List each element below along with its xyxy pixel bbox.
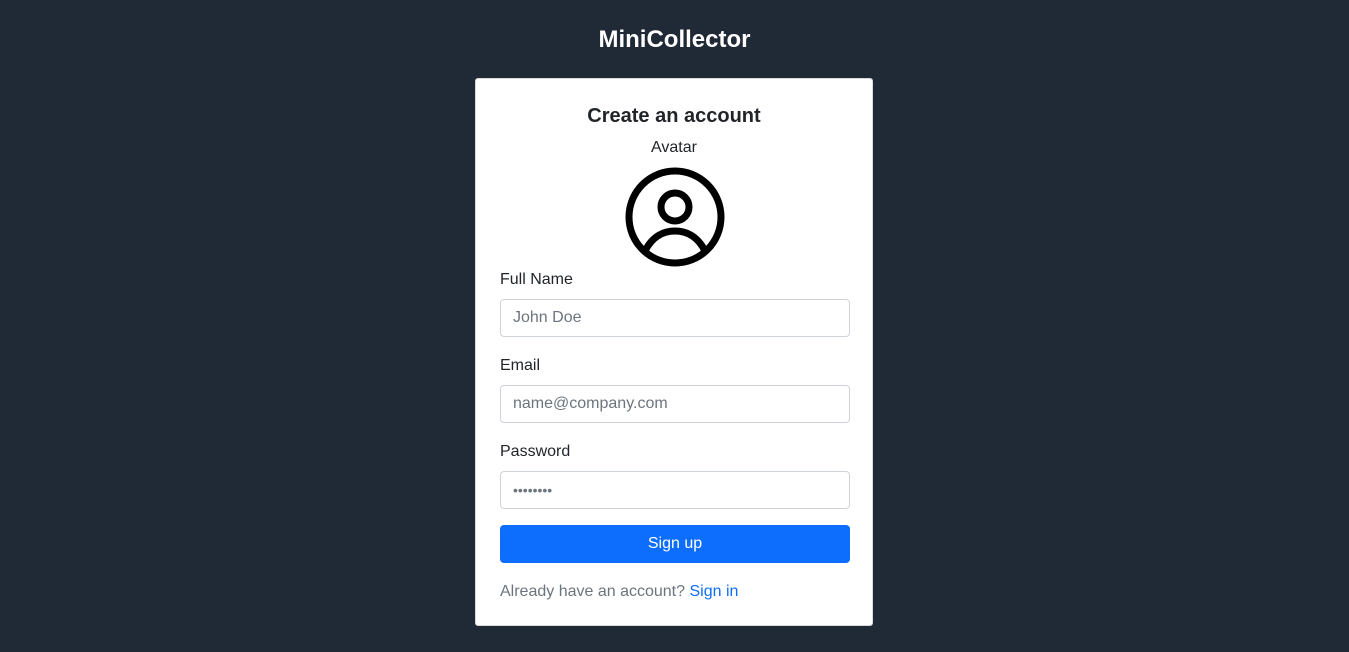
app-title: MiniCollector — [598, 26, 751, 53]
full-name-label: Full Name — [500, 271, 573, 288]
sign-in-link[interactable]: Sign in — [689, 583, 738, 600]
email-label: Email — [500, 357, 541, 374]
avatar-label: Avatar — [651, 139, 697, 156]
form-heading: Create an account — [587, 105, 761, 127]
password-label: Password — [500, 443, 571, 460]
full-name-input[interactable] — [500, 299, 850, 337]
email-input[interactable] — [500, 385, 850, 423]
signup-card: Create an account Avatar Full Name Email… — [475, 78, 873, 626]
signin-prompt-text: Already have an account? — [500, 583, 686, 600]
sign-up-button[interactable]: Sign up — [500, 525, 850, 563]
signin-prompt: Already have an account? Sign in — [500, 582, 738, 602]
avatar-picker[interactable] — [625, 167, 725, 267]
password-input[interactable] — [500, 471, 850, 509]
user-circle-icon — [625, 167, 725, 267]
